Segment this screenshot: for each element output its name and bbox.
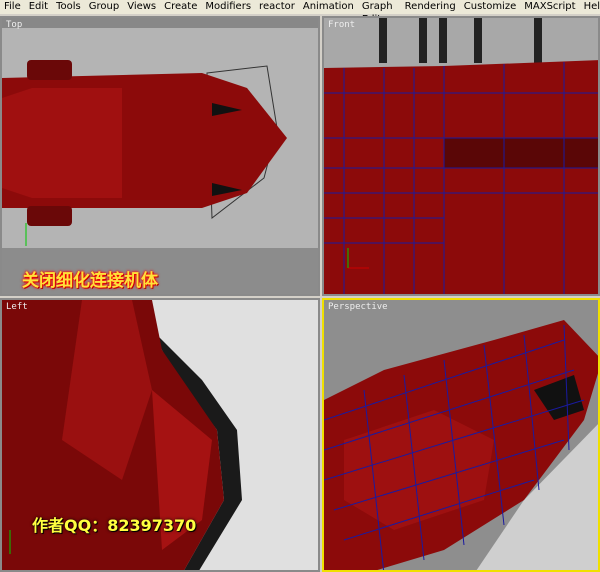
viewport-top[interactable]: Top 关闭细化连接机体	[0, 16, 320, 296]
top-view-model	[2, 18, 318, 294]
menu-help[interactable]: Help	[580, 0, 600, 14]
viewport-left[interactable]: Left 作者QQ：82397370	[0, 298, 320, 572]
menu-views[interactable]: Views	[123, 0, 160, 14]
viewport-label[interactable]: Perspective	[328, 302, 388, 312]
menu-create[interactable]: Create	[160, 0, 201, 14]
menu-rendering[interactable]: Rendering	[401, 0, 460, 14]
menu-modifiers[interactable]: Modifiers	[201, 0, 255, 14]
front-view-model	[324, 18, 598, 294]
viewport-label[interactable]: Front	[328, 20, 355, 30]
perspective-view-model	[324, 320, 598, 570]
menu-bar: File Edit Tools Group Views Create Modif…	[0, 0, 600, 25]
menu-animation[interactable]: Animation	[299, 0, 358, 14]
tutorial-caption: 关闭细化连接机体	[22, 271, 158, 291]
viewport-label[interactable]: Top	[6, 20, 22, 30]
menu-maxscript[interactable]: MAXScript	[520, 0, 579, 14]
menu-tools[interactable]: Tools	[52, 0, 85, 14]
author-caption: 作者QQ：82397370	[32, 516, 197, 535]
menu-customize[interactable]: Customize	[460, 0, 521, 14]
menu-file[interactable]: File	[0, 0, 25, 14]
menu-graph-editors[interactable]: Graph Editors	[358, 0, 401, 25]
viewport-label[interactable]: Left	[6, 302, 28, 312]
menu-reactor[interactable]: reactor	[255, 0, 299, 14]
viewport-perspective[interactable]: Perspective	[322, 298, 600, 572]
menu-group[interactable]: Group	[85, 0, 123, 14]
menu-edit[interactable]: Edit	[25, 0, 52, 14]
viewport-front[interactable]: Front	[322, 16, 600, 296]
